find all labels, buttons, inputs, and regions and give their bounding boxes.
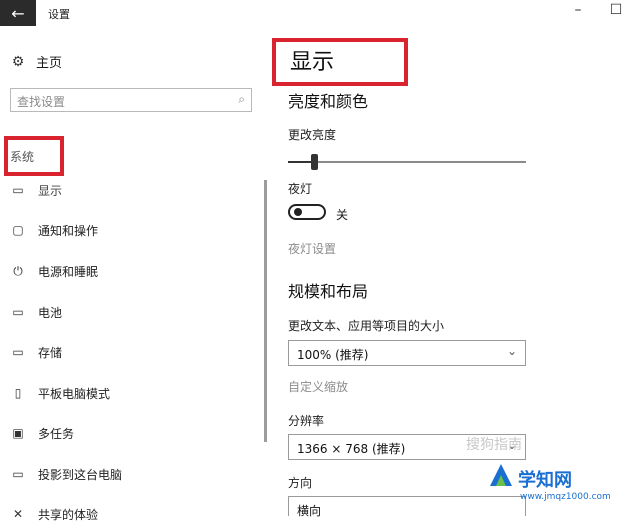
search-icon: ⌕: [238, 92, 245, 106]
sidebar-item-label: 共享的体验: [38, 507, 99, 522]
sidebar-item-shared-experiences[interactable]: ✕ 共享的体验: [10, 504, 98, 524]
scale-layout-heading: 规模和布局: [288, 282, 369, 301]
search-input[interactable]: 查找设置 ⌕: [10, 88, 252, 112]
sidebar-item-label: 平板电脑模式: [38, 386, 111, 401]
maximize-button[interactable]: ☐: [604, 2, 628, 18]
slider-thumb[interactable]: [311, 154, 318, 170]
notification-icon: ▢: [12, 223, 24, 237]
sidebar-item-power[interactable]: ⏻ 电源和睡眠: [10, 261, 98, 281]
search-placeholder: 查找设置: [17, 95, 66, 109]
multitask-icon: ▣: [12, 426, 24, 440]
sidebar-item-label: 投影到这台电脑: [38, 467, 123, 482]
watermark-url: www.jmqz1000.com: [520, 492, 611, 502]
home-label: 主页: [36, 56, 63, 71]
tablet-icon: ▯: [14, 386, 22, 400]
night-light-toggle[interactable]: [288, 204, 326, 220]
night-light-state: 关: [336, 208, 349, 222]
resolution-label: 分辨率: [288, 414, 325, 428]
main-content: 显示 亮度和颜色 更改亮度 夜灯 关 夜灯设置 规模和布局 更改文本、应用等项目…: [272, 32, 640, 518]
sidebar-item-tablet-mode[interactable]: ▯ 平板电脑模式: [10, 383, 110, 403]
battery-icon: ▭: [12, 305, 24, 319]
sidebar-item-battery[interactable]: ▭ 电池: [10, 302, 62, 322]
custom-scaling-link[interactable]: 自定义缩放: [288, 378, 348, 395]
share-icon: ✕: [12, 507, 24, 521]
project-icon: ▭: [12, 467, 24, 481]
home-nav-item[interactable]: ⚙ 主页: [10, 52, 63, 72]
gear-icon: ⚙: [11, 53, 25, 70]
scale-value: 100% (推荐): [297, 348, 369, 362]
sidebar-item-label: 多任务: [38, 426, 75, 441]
sidebar-item-label: 通知和操作: [38, 223, 99, 238]
highlight-box-title: [272, 38, 408, 86]
watermark-logo-icon: [488, 462, 514, 488]
sidebar-item-multitasking[interactable]: ▣ 多任务: [10, 423, 74, 443]
sidebar-item-label: 电池: [38, 305, 63, 320]
scale-dropdown[interactable]: 100% (推荐) ⌄: [288, 340, 526, 366]
sidebar-item-display[interactable]: ▭ 显示: [10, 180, 62, 200]
chevron-down-icon: ⌄: [506, 344, 517, 358]
title-bar: ← 设置 – ☐: [0, 0, 640, 32]
window-title: 设置: [48, 8, 70, 21]
minimize-button[interactable]: –: [566, 2, 590, 18]
monitor-icon: ▭: [12, 183, 24, 197]
brightness-slider[interactable]: [288, 154, 526, 170]
sidebar: ⚙ 主页 查找设置 ⌕ 系统 ▭ 显示 ▢ 通知和操作 ⏻ 电源和睡眠 ▭ 电池…: [0, 32, 265, 522]
sidebar-item-notifications[interactable]: ▢ 通知和操作: [10, 220, 98, 240]
night-light-settings-link[interactable]: 夜灯设置: [288, 240, 336, 257]
highlight-box-system: [4, 136, 64, 176]
sidebar-item-storage[interactable]: ▭ 存储: [10, 342, 62, 362]
back-button[interactable]: ←: [0, 0, 36, 26]
sidebar-item-label: 显示: [38, 183, 63, 198]
resolution-value: 1366 × 768 (推荐): [297, 442, 406, 456]
power-icon: ⏻: [13, 263, 23, 278]
scrollbar[interactable]: [264, 180, 267, 442]
orientation-label: 方向: [288, 476, 313, 490]
sidebar-item-project[interactable]: ▭ 投影到这台电脑: [10, 464, 122, 484]
orientation-dropdown[interactable]: 横向: [288, 496, 526, 518]
brightness-label: 更改亮度: [288, 128, 337, 142]
storage-icon: ▭: [12, 345, 24, 359]
watermark-text: 学知网: [518, 470, 572, 491]
toggle-knob: [294, 208, 302, 216]
night-light-label: 夜灯: [288, 182, 313, 196]
watermark-guide-text: 搜狗指南: [466, 437, 522, 453]
back-arrow-icon: ←: [11, 3, 25, 23]
brightness-color-heading: 亮度和颜色: [288, 92, 369, 111]
sidebar-item-label: 存储: [38, 345, 63, 360]
slider-track: [288, 161, 526, 163]
scale-label: 更改文本、应用等项目的大小: [288, 319, 445, 333]
sidebar-item-label: 电源和睡眠: [38, 264, 99, 279]
